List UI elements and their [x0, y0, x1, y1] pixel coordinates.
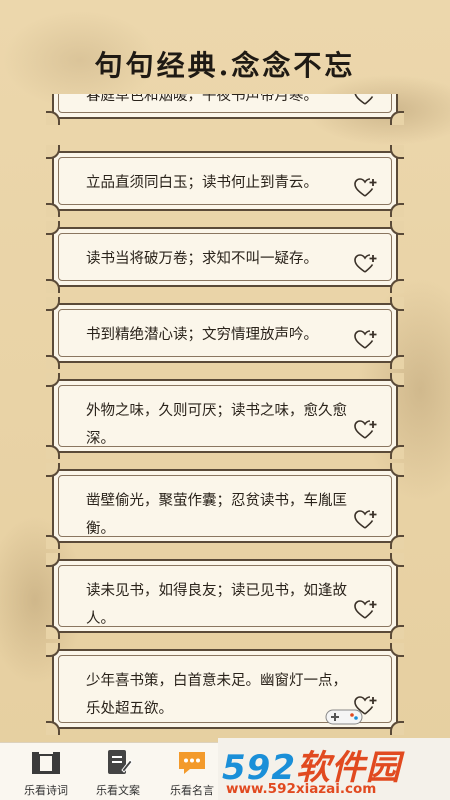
quote-card[interactable]: 立品直须同白玉；读书何止到青云。 [46, 145, 404, 217]
book-stand-icon [32, 752, 60, 774]
watermark-url: www.592xiazai.com [226, 781, 377, 797]
document-pen-icon [108, 750, 133, 774]
quote-card[interactable]: 春庭草色和烟暖，午夜书声带月寒。 [46, 94, 404, 125]
quote-text: 书到精绝潜心读；文穷情理放声吟。 [86, 327, 318, 343]
tab-poems[interactable]: 乐看诗词 [10, 743, 82, 800]
quote-card[interactable]: 外物之味，久则可厌；读书之味，愈久愈深。 [46, 373, 404, 459]
quote-card[interactable]: 书到精绝潜心读；文穷情理放声吟。 [46, 297, 404, 369]
chat-bubble-icon [179, 752, 205, 774]
watermark: 592软件园 www.592xiazai.com [218, 738, 450, 800]
quote-text: 外物之味，久则可厌；读书之味，愈久愈深。 [86, 403, 347, 447]
heart-plus-icon[interactable] [354, 253, 378, 275]
tab-label: 乐看诗词 [24, 784, 68, 797]
quote-card[interactable]: 凿壁偷光，聚萤作囊；忍贫读书，车胤匡衡。 [46, 463, 404, 549]
quote-card[interactable]: 读未见书，如得良友；读已见书，如逢故人。 [46, 553, 404, 639]
heart-plus-icon[interactable] [354, 419, 378, 441]
quote-text: 读书当将破万卷；求知不叫一疑存。 [86, 251, 318, 267]
heart-plus-icon[interactable] [354, 329, 378, 351]
heart-plus-icon[interactable] [354, 177, 378, 199]
heart-plus-icon[interactable] [354, 94, 378, 107]
quote-text: 少年喜书策，白首意未足。幽窗灯一点，乐处超五欲。 [86, 673, 347, 717]
quote-text: 读未见书，如得良友；读已见书，如逢故人。 [86, 583, 347, 627]
tab-copywriting[interactable]: 乐看文案 [82, 743, 154, 800]
page-title: 句句经典.念念不忘 [94, 49, 356, 82]
quote-text: 立品直须同白玉；读书何止到青云。 [86, 175, 318, 191]
quote-card[interactable]: 读书当将破万卷；求知不叫一疑存。 [46, 221, 404, 293]
gamepad-icon [325, 709, 363, 725]
quote-text: 春庭草色和烟暖，午夜书声带月寒。 [86, 94, 318, 104]
heart-plus-icon[interactable] [354, 599, 378, 621]
quote-text: 凿壁偷光，聚萤作囊；忍贫读书，车胤匡衡。 [86, 493, 347, 537]
heart-plus-icon[interactable] [354, 509, 378, 531]
quote-list[interactable]: 春庭草色和烟暖，午夜书声带月寒。 立品直须同白玉；读书何止到青云。 读书当将破万… [0, 94, 450, 740]
tab-label: 乐看文案 [96, 784, 140, 797]
